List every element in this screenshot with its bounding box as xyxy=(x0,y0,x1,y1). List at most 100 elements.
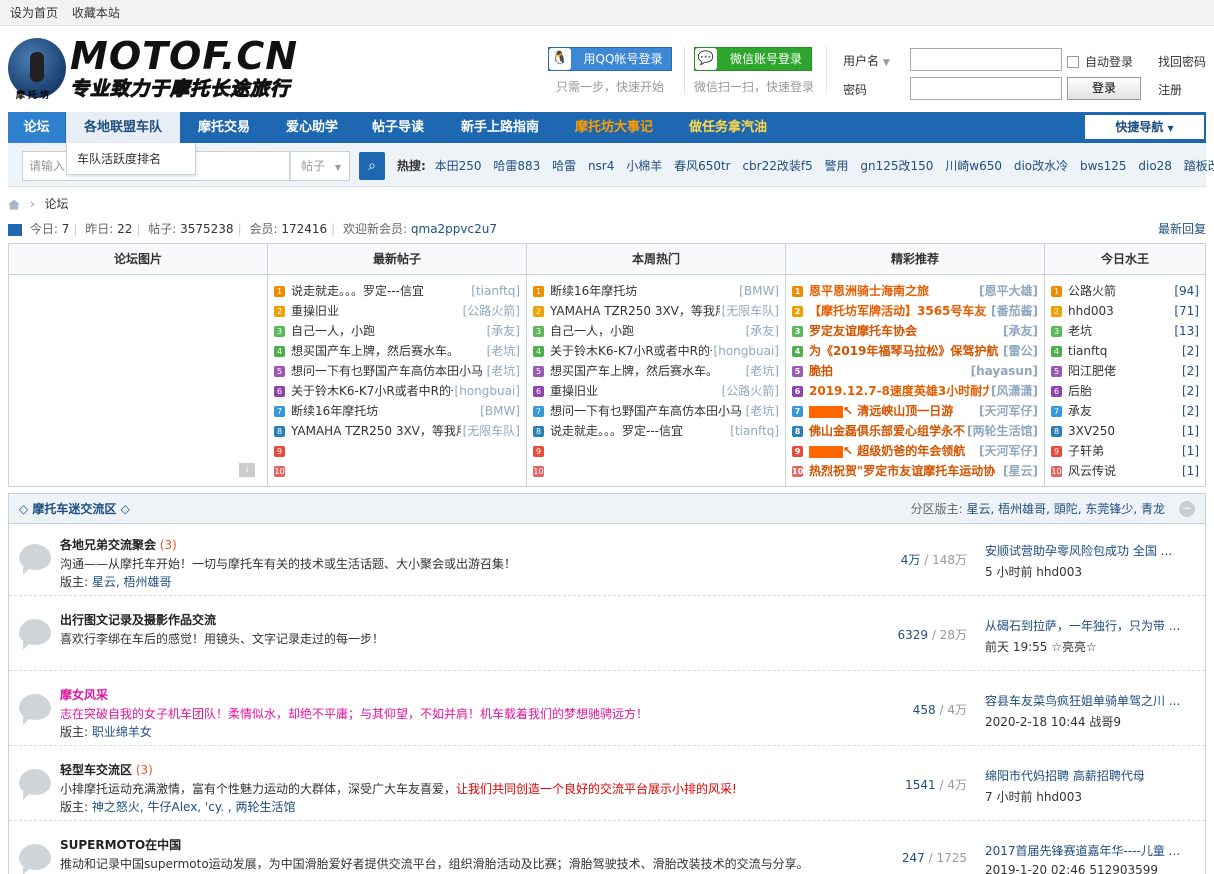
last-post-title[interactable]: 2017首届先锋赛道嘉年华----儿童 ... xyxy=(985,842,1195,859)
list-item-title[interactable]: 脆拍 xyxy=(809,364,833,378)
list-item-author[interactable]: [风潇潇] xyxy=(989,381,1038,401)
list-item-title[interactable]: 老坑 xyxy=(1068,324,1092,338)
list-item-title[interactable]: 2019.12.7-8速度英雄3小时耐力 xyxy=(809,384,994,398)
list-item[interactable]: 1 恩平恩洲骑士海南之旅 [恩平大雄] xyxy=(792,281,1038,301)
set-home-link[interactable]: 设为首页 xyxy=(10,6,58,20)
hot-keyword[interactable]: 本田250 xyxy=(435,159,482,173)
list-item-title[interactable]: 罗定友谊摩托车协会 xyxy=(809,324,917,338)
register-link[interactable]: 注册 xyxy=(1158,81,1182,98)
list-item[interactable]: 2 【摩托坊军牌活动】3565号车友 [番茄酱] xyxy=(792,301,1038,321)
list-item-title[interactable]: hhd003 xyxy=(1068,304,1114,318)
list-item-author[interactable]: [hongbuai] xyxy=(452,381,520,401)
list-item-author[interactable]: [承友] xyxy=(1001,321,1038,341)
list-item[interactable]: 2 重操旧业 [公路火箭] xyxy=(274,301,520,321)
search-type-select[interactable]: 帖子 ▼ xyxy=(290,151,350,181)
list-item[interactable]: 8 YAMAHA TZR250 3XV，等我用 [无限车队] xyxy=(274,421,520,441)
list-item[interactable]: 8 佛山金磊俱乐部爱心组学永不 [两轮生活馆] xyxy=(792,421,1038,441)
moderator-links[interactable]: 星云, 梧州雄哥 xyxy=(92,575,172,589)
section-moderator-links[interactable]: 星云, 梧州雄哥, 頭陀, 东莞锋少, 青龙 xyxy=(966,502,1165,516)
nav-item-forum[interactable]: 论坛 xyxy=(8,112,65,143)
list-item-author[interactable]: [天河军仔] xyxy=(977,401,1038,421)
list-item[interactable]: 1 公路火箭 [94] xyxy=(1051,281,1199,301)
list-item[interactable]: 6 关于铃木K6-K7小R或者中R的一 [hongbuai] xyxy=(274,381,520,401)
last-post-meta[interactable]: 7 小时前 hhd003 xyxy=(985,788,1195,805)
list-item-title[interactable]: 重操旧业 xyxy=(550,384,598,398)
list-item-title[interactable]: 想买国产车上牌，然后赛水车。 xyxy=(291,344,459,358)
list-item[interactable]: 4 想买国产车上牌，然后赛水车。 [老坑] xyxy=(274,341,520,361)
list-item-author[interactable]: [承友] xyxy=(484,321,520,341)
list-item-author[interactable]: [两轮生活馆] xyxy=(965,421,1038,441)
list-item[interactable]: 1 断续16年摩托坊 [BMW] xyxy=(533,281,779,301)
list-item[interactable]: 4 关于铃木K6-K7小R或者中R的一 [hongbuai] xyxy=(533,341,779,361)
list-item[interactable]: 7 想问一下有乜野国产车高仿本田小马 [老坑] xyxy=(533,401,779,421)
list-item-title[interactable]: YAMAHA TZR250 3XV，等我用 xyxy=(550,304,727,318)
forum-bubble-icon[interactable] xyxy=(19,769,51,795)
newest-member-link[interactable]: qma2ppvc2u7 xyxy=(411,222,497,236)
forum-name[interactable]: SUPERMOTO在中国 xyxy=(60,836,181,853)
list-item-title[interactable]: 公路火箭 xyxy=(1068,284,1116,298)
list-item-title[interactable]: 说走就走。。。罗定---信宜 xyxy=(550,424,683,438)
list-item[interactable]: 2 hhd003 [71] xyxy=(1051,301,1199,321)
list-item-title[interactable]: 断续16年摩托坊 xyxy=(291,404,378,418)
hot-keyword[interactable]: 春风650tr xyxy=(674,159,731,173)
last-post-title[interactable]: 绵阳市代妈招聘 高薪招聘代母 xyxy=(985,767,1195,784)
list-item-title[interactable]: 子轩弟 xyxy=(1068,444,1104,458)
hot-keyword[interactable]: bws125 xyxy=(1080,159,1127,173)
nav-item-charity[interactable]: 爱心助学 xyxy=(274,112,350,143)
list-item[interactable]: 6 重操旧业 [公路火箭] xyxy=(533,381,779,401)
list-item[interactable]: 9 子轩弟 [1] xyxy=(1051,441,1199,461)
moderator-links[interactable]: 神之怒火, 牛仔Alex, 'cy. , 两轮生活馆 xyxy=(92,800,296,814)
password-input[interactable] xyxy=(910,77,1062,100)
forum-name-text[interactable]: 轻型车交流区 xyxy=(60,763,132,777)
list-item-title[interactable]: 关于铃木K6-K7小R或者中R的一 xyxy=(550,344,722,358)
forum-section-title[interactable]: ◇ 摩托车迷交流区 ◇ xyxy=(19,502,130,516)
latest-reply-link[interactable]: 最新回复 xyxy=(1158,221,1206,237)
list-item[interactable]: 6 2019.12.7-8速度英雄3小时耐力 [风潇潇] xyxy=(792,381,1038,401)
last-post-meta[interactable]: 前天 19:55 ☆亮亮☆ xyxy=(985,638,1195,655)
list-item-title[interactable]: 重操旧业 xyxy=(291,304,339,318)
list-item[interactable]: 10 xyxy=(533,461,779,481)
last-post-meta[interactable]: 5 小时前 hhd003 xyxy=(985,563,1195,580)
list-item-title[interactable]: 热烈祝贺"罗定市友谊摩托车运动协 xyxy=(809,464,995,478)
forum-bubble-icon[interactable] xyxy=(19,544,51,570)
list-item[interactable]: 7 断续16年摩托坊 [BMW] xyxy=(274,401,520,421)
hot-keyword[interactable]: 川崎w650 xyxy=(945,159,1002,173)
list-item-author[interactable]: [承友] xyxy=(743,321,779,341)
list-item-title[interactable]: 断续16年摩托坊 xyxy=(550,284,637,298)
list-item-author[interactable]: [星云] xyxy=(1001,461,1038,481)
list-item-title[interactable]: 为《2019年福琴马拉松》保驾护航 xyxy=(809,344,998,358)
list-item-title[interactable]: YAMAHA TZR250 3XV，等我用 xyxy=(291,424,468,438)
last-post-title[interactable]: 从碣石到拉萨，一年独行，只为带 ... xyxy=(985,617,1195,634)
list-item-author[interactable]: [老坑] xyxy=(743,361,779,381)
list-item-title[interactable]: 恩平恩洲骑士海南之旅 xyxy=(809,284,929,298)
list-item[interactable]: 4 为《2019年福琴马拉松》保驾护航 [雷公] xyxy=(792,341,1038,361)
list-item-author[interactable]: [恩平大雄] xyxy=(977,281,1038,301)
list-item-author[interactable]: [老坑] xyxy=(484,361,520,381)
site-logo[interactable]: 摩托坊 MOTOF.CN 专业致力于摩托长途旅行 xyxy=(8,34,298,102)
list-item[interactable]: 9 ↖ 超级奶爸的年会领航 [天河军仔] xyxy=(792,441,1038,461)
list-item[interactable]: 3 老坑 [13] xyxy=(1051,321,1199,341)
hot-keyword[interactable]: 警用 xyxy=(825,159,849,173)
auto-login-checkbox[interactable] xyxy=(1067,56,1079,68)
list-item[interactable]: 10 xyxy=(274,461,520,481)
collapse-icon[interactable]: − xyxy=(1179,501,1195,517)
list-item[interactable]: 8 3XV250 [1] xyxy=(1051,421,1199,441)
list-item-title[interactable]: 想问一下有乜野国产车高仿本田小马 xyxy=(550,404,742,418)
list-item-title[interactable]: 承友 xyxy=(1068,404,1092,418)
list-item-author[interactable]: [tianftq] xyxy=(728,421,779,441)
last-post-title[interactable]: 容县车友菜鸟疯狂姐单骑单驾之川 ... xyxy=(985,692,1195,709)
hot-keyword[interactable]: 哈雷883 xyxy=(493,159,540,173)
list-item[interactable]: 4 tianftq [2] xyxy=(1051,341,1199,361)
breadcrumb-current[interactable]: 论坛 xyxy=(44,197,68,211)
forum-name[interactable]: 摩女风采 xyxy=(60,686,108,703)
last-post-meta[interactable]: 2020-2-18 10:44 战哥9 xyxy=(985,713,1195,730)
chevron-down-icon[interactable]: ▼ xyxy=(883,58,890,68)
bookmark-link[interactable]: 收藏本站 xyxy=(72,6,120,20)
login-submit-button[interactable]: 登录 xyxy=(1067,77,1141,100)
nav-item-newbie[interactable]: 新手上路指南 xyxy=(450,112,550,143)
hot-keyword[interactable]: dio改水冷 xyxy=(1014,159,1068,173)
list-item[interactable]: 9 xyxy=(533,441,779,461)
forum-name[interactable]: 各地兄弟交流聚会 (3) xyxy=(60,536,177,553)
list-item[interactable]: 7 ↖ 清远峡山顶一日游 [天河军仔] xyxy=(792,401,1038,421)
hot-keyword[interactable]: gn125改150 xyxy=(860,159,933,173)
